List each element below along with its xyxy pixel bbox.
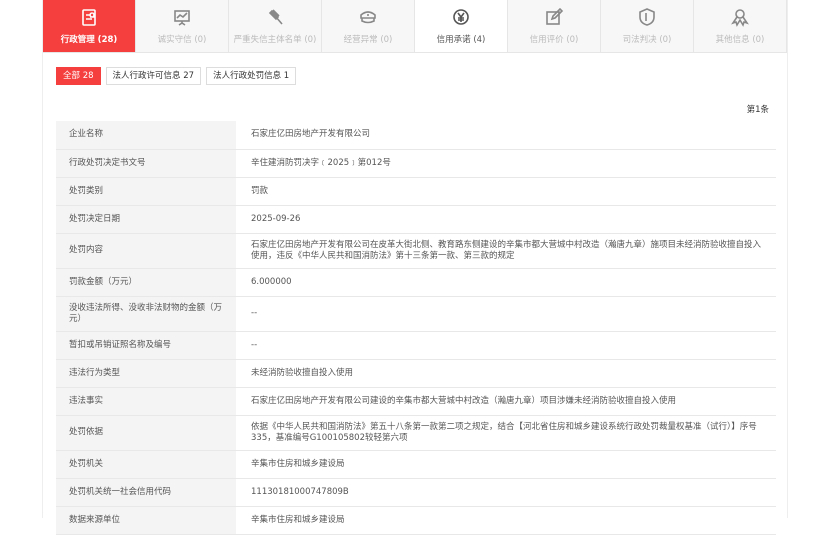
tab-police-cap[interactable]: 经营异常 (0) (322, 0, 415, 52)
table-row: 处罚决定日期 2025-09-26 (56, 205, 776, 234)
field-value: 石家庄亿田房地产开发有限公司建设的辛集市都大营城中村改造（瀚唐九章）项目涉嫌未经… (236, 387, 776, 416)
tab-award[interactable]: 其他信息 (0) (694, 0, 787, 52)
table-row: 企业名称 石家庄亿田房地产开发有限公司 (56, 121, 776, 150)
field-label: 违法行为类型 (56, 359, 236, 388)
yen-icon (453, 9, 469, 25)
field-value: 6.000000 (236, 268, 776, 297)
field-value: 未经消防验收擅自投入使用 (236, 359, 776, 388)
field-label: 企业名称 (56, 121, 236, 150)
field-value: 2025-09-26 (236, 205, 776, 234)
tab-label: 诚实守信 (0) (157, 35, 207, 45)
tab-label: 信用承诺 (4) (436, 35, 486, 45)
field-value: -- (236, 331, 776, 360)
field-label: 处罚机关 (56, 450, 236, 479)
field-value: 罚款 (236, 177, 776, 206)
filter-chip[interactable]: 全部 28 (56, 67, 101, 85)
tab-label: 司法判决 (0) (622, 35, 672, 45)
field-label: 处罚决定日期 (56, 205, 236, 234)
tab-label: 经营异常 (0) (343, 35, 393, 45)
filter-chip[interactable]: 法人行政许可信息 27 (105, 67, 202, 85)
table-row: 没收违法所得、没收非法财物的金额（万元） -- (56, 296, 776, 332)
tab-edit[interactable]: 信用评价 (0) (508, 0, 601, 52)
tab-shield[interactable]: 司法判决 (0) (601, 0, 694, 52)
field-value: 辛住建消防罚决字﹝2025﹞第012号 (236, 149, 776, 178)
tab-label: 其他信息 (0) (715, 35, 765, 45)
table-row: 数据来源单位 辛集市住房和城乡建设局 (56, 506, 776, 535)
table-row: 违法行为类型 未经消防验收擅自投入使用 (56, 359, 776, 388)
field-label: 暂扣或吊销证照名称及编号 (56, 331, 236, 360)
field-label: 违法事实 (56, 387, 236, 416)
record-index: 第1条 (746, 105, 769, 115)
shield-icon (639, 8, 655, 26)
field-label: 数据来源单位 (56, 506, 236, 535)
table-row: 暂扣或吊销证照名称及编号 -- (56, 331, 776, 360)
field-value: 11130181000747809B (236, 478, 776, 507)
field-label: 处罚依据 (56, 415, 236, 451)
field-label: 处罚类别 (56, 177, 236, 206)
tab-presentation[interactable]: 诚实守信 (0) (136, 0, 229, 52)
presentation-icon (174, 10, 190, 26)
field-label: 罚款金额（万元） (56, 268, 236, 297)
field-value: 辛集市住房和城乡建设局 (236, 506, 776, 535)
category-tabs: 行政管理 (28) 诚实守信 (0) 严重失信主体名单 (0) 经营异常 (0) 信用承… (43, 0, 787, 53)
field-value: 石家庄亿田房地产开发有限公司 (236, 121, 776, 150)
edit-icon (546, 7, 564, 25)
field-label: 处罚机关统一社会信用代码 (56, 478, 236, 507)
table-row: 处罚内容 石家庄亿田房地产开发有限公司在皮革大街北侧、教育路东侧建设的辛集市都大营… (56, 233, 776, 269)
tab-label: 严重失信主体名单 (0) (233, 35, 317, 45)
field-value: 辛集市住房和城乡建设局 (236, 450, 776, 479)
tab-gavel[interactable]: 严重失信主体名单 (0) (229, 0, 322, 52)
tab-label: 行政管理 (28) (60, 35, 118, 45)
tab-form[interactable]: 行政管理 (28) (43, 0, 136, 52)
tab-yen[interactable]: 信用承诺 (4) (415, 0, 508, 52)
table-row: 处罚机关统一社会信用代码 11130181000747809B (56, 478, 776, 507)
award-icon (731, 9, 749, 27)
detail-table: 企业名称 石家庄亿田房地产开发有限公司 行政处罚决定书文号 辛住建消防罚决字﹝2025… (56, 121, 776, 535)
table-row: 处罚类别 罚款 (56, 177, 776, 206)
field-label: 没收违法所得、没收非法财物的金额（万元） (56, 296, 236, 332)
table-row: 处罚依据 依据《中华人民共和国消防法》第五十八条第一款第二项之规定，结合【河北省住… (56, 415, 776, 451)
field-value: -- (236, 296, 776, 332)
police-cap-icon (360, 11, 376, 24)
field-label: 行政处罚决定书文号 (56, 149, 236, 178)
field-label: 处罚内容 (56, 233, 236, 269)
field-value: 依据《中华人民共和国消防法》第五十八条第一款第二项之规定，结合【河北省住房和城乡… (236, 415, 776, 451)
gavel-icon (268, 9, 283, 25)
table-row: 处罚机关 辛集市住房和城乡建设局 (56, 450, 776, 479)
filter-chip[interactable]: 法人行政处罚信息 1 (206, 67, 297, 85)
table-row: 罚款金额（万元） 6.000000 (56, 268, 776, 297)
table-row: 违法事实 石家庄亿田房地产开发有限公司建设的辛集市都大营城中村改造（瀚唐九章）项目… (56, 387, 776, 416)
form-icon (82, 9, 96, 26)
credit-panel: 行政管理 (28) 诚实守信 (0) 严重失信主体名单 (0) 经营异常 (0) 信用承… (42, 0, 788, 535)
field-value: 石家庄亿田房地产开发有限公司在皮革大街北侧、教育路东侧建设的辛集市都大营城中村改… (236, 233, 776, 269)
filter-chips: 全部 28 法人行政许可信息 27 法人行政处罚信息 1 (56, 67, 297, 85)
tab-label: 信用评价 (0) (529, 35, 579, 45)
table-row: 行政处罚决定书文号 辛住建消防罚决字﹝2025﹞第012号 (56, 149, 776, 178)
